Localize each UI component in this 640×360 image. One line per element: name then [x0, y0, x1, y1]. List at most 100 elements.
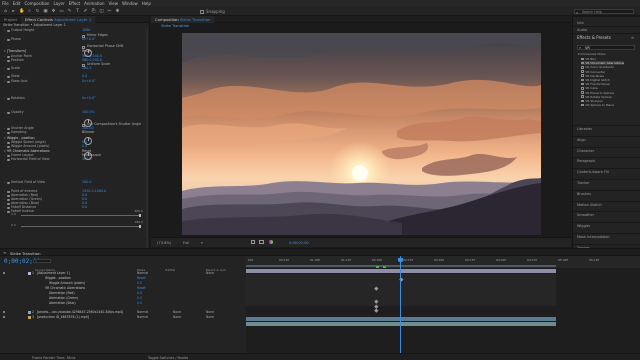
menu-item-layer[interactable]: Layer	[53, 1, 64, 6]
layer-label-color[interactable]	[28, 311, 31, 314]
zoom-icon[interactable]: ⌕	[27, 9, 32, 14]
stopwatch-icon[interactable]	[7, 145, 10, 149]
effect-param-row[interactable]: › Scale 100.0	[0, 66, 150, 71]
layer-label-color[interactable]	[28, 316, 31, 319]
layer-name[interactable]: Aberration (Red)	[49, 291, 75, 295]
work-area-bar[interactable]	[246, 264, 556, 267]
brush-icon[interactable]: ✐	[83, 9, 88, 14]
stopwatch-icon[interactable]	[7, 38, 10, 42]
hamburger-menu-icon[interactable]: ≡	[631, 35, 634, 40]
zoom-level[interactable]: (73.6%)	[157, 241, 171, 245]
stopwatch-icon[interactable]	[7, 181, 10, 185]
timeline-layer-row[interactable]: 1 [Adjustment Layer 1] Normal None	[0, 271, 245, 275]
vfov-slider[interactable]: 0.0 180.0	[11, 220, 143, 228]
layer-mode[interactable]: Normal	[137, 315, 148, 319]
effect-param-value[interactable]: 100.0	[82, 66, 91, 71]
expand-icon[interactable]: ›	[4, 180, 5, 185]
effect-param-value[interactable]: Bilinear	[82, 130, 95, 135]
layer-parent[interactable]: None	[206, 310, 214, 314]
layer-name[interactable]: Wiggle Amount (pixels)	[49, 281, 85, 285]
tab-composition[interactable]: Composition Strike Transition	[151, 15, 215, 23]
layer-search-input[interactable]: ⌕	[33, 259, 51, 263]
timeline-layer-row[interactable]: Wiggle Amount (pixels) 0.0	[0, 281, 245, 285]
eye-icon[interactable]	[3, 316, 6, 319]
layer-name[interactable]: Wiggle - position	[45, 276, 71, 280]
layer-parent[interactable]: None	[206, 271, 214, 275]
effect-param-value[interactable]: 180.0	[82, 180, 91, 185]
timeline-tracks[interactable]: 00f 00:15f 01:00f 01:15f 02:00f 02:15f 03:00f 0…	[246, 256, 640, 354]
panel-tab[interactable]: Mask Interpolation	[577, 235, 610, 239]
stopwatch-icon[interactable]	[7, 158, 10, 162]
stopwatch-icon[interactable]	[7, 111, 10, 115]
effect-param-row[interactable]: › Output Height 1080	[0, 28, 150, 33]
expand-icon[interactable]: ›	[4, 37, 5, 42]
expand-icon[interactable]: ›	[4, 96, 5, 101]
timeline-layer-row[interactable]: Wiggle - position Reset	[0, 276, 245, 280]
resolution-dropdown[interactable]: Full	[183, 241, 189, 245]
menu-item-file[interactable]: File	[2, 1, 9, 6]
stopwatch-icon[interactable]	[7, 154, 10, 158]
home-icon[interactable]: ⌂	[3, 9, 8, 14]
panel-tab[interactable]: Character	[577, 149, 594, 153]
vfov-thumb[interactable]	[139, 224, 141, 228]
stopwatch-icon[interactable]	[7, 97, 10, 101]
stopwatch-icon[interactable]	[7, 55, 10, 59]
immersive-video-folder[interactable]: ▾ Immersive Video	[578, 52, 606, 56]
tab-project[interactable]: Project	[0, 16, 21, 23]
layer-mode[interactable]: 0.0	[137, 296, 142, 300]
phase-dial[interactable]	[84, 49, 92, 57]
adjustment-layer-bar[interactable]	[246, 269, 556, 273]
clone-icon[interactable]: ⎘	[91, 9, 96, 14]
layer-name[interactable]: Aberration (Blue)	[49, 301, 76, 305]
layer-mode[interactable]: Reset	[137, 286, 146, 290]
panel-tab[interactable]: Motion Sketch	[577, 203, 602, 207]
keyframe[interactable]	[374, 308, 379, 313]
video-layer-2-bar[interactable]	[246, 317, 556, 321]
effect-list-item[interactable]: VR Sphere to Plane	[581, 103, 614, 107]
timeline-tab[interactable]: Strike Transition	[10, 251, 40, 256]
comp-timecode[interactable]: 0;00;02;00	[289, 241, 309, 245]
audio-panel-tab[interactable]: Audio	[577, 28, 587, 32]
expand-icon[interactable]: ›	[4, 209, 5, 214]
rotate-icon[interactable]: ↻	[35, 9, 40, 14]
rectangle-icon[interactable]: ▭	[59, 9, 64, 14]
effects-presets-title[interactable]: Effects & Presets	[577, 35, 611, 40]
selection-icon[interactable]: ▸	[11, 9, 16, 14]
layer-name[interactable]: [production ID_4647876 (1).mp4]	[37, 315, 89, 319]
composition-sub-tab[interactable]: Strike Transition	[161, 24, 189, 28]
hfov-thumb[interactable]	[139, 213, 141, 217]
camera-icon[interactable]	[259, 240, 264, 244]
stopwatch-icon[interactable]	[7, 202, 10, 206]
stopwatch-icon[interactable]	[7, 29, 10, 33]
eye-icon[interactable]	[3, 272, 6, 275]
stopwatch-icon[interactable]	[7, 141, 10, 145]
camera-icon[interactable]: ▣	[43, 9, 48, 14]
panel-tab[interactable]: Brushes	[577, 192, 591, 196]
effect-param-value[interactable]: 100.0%	[82, 110, 95, 115]
expand-icon[interactable]: ›	[4, 66, 5, 71]
video-layer-3-bar[interactable]	[246, 321, 556, 326]
menu-item-window[interactable]: Window	[122, 1, 138, 6]
layer-mode[interactable]: Reset	[137, 276, 146, 280]
expand-icon[interactable]: ›	[4, 110, 5, 115]
playhead-line[interactable]	[400, 256, 401, 354]
hfov-slider[interactable]: 0.0 360.0	[11, 209, 143, 217]
layer-trkmat[interactable]: None	[173, 310, 181, 314]
effect-param-row[interactable]: › Vertical Field of View 180.0	[0, 180, 150, 185]
stopwatch-icon[interactable]	[7, 198, 10, 202]
hand-icon[interactable]: ✋	[19, 9, 25, 14]
effect-param-row[interactable]: › Rotation 0x+0.0°	[0, 96, 150, 101]
expand-icon[interactable]: ›	[4, 157, 5, 162]
layer-trkmat[interactable]: None	[173, 315, 181, 319]
stopwatch-icon[interactable]	[7, 80, 10, 84]
timeline-layer-row[interactable]: 3 [production ID_4647876 (1).mp4] Normal No…	[0, 315, 245, 319]
expand-icon[interactable]: ›	[4, 28, 5, 33]
info-panel-tab[interactable]: Info	[577, 21, 584, 25]
grid-icon[interactable]	[251, 240, 255, 244]
layer-label-color[interactable]	[28, 272, 31, 275]
type-icon[interactable]: T	[75, 9, 80, 14]
toggle-switches-modes[interactable]: Toggle Switches / Modes	[148, 356, 188, 360]
hamburger-menu-icon[interactable]: ≡	[3, 250, 6, 255]
layer-name[interactable]: [Adjustment Layer 1]	[37, 271, 70, 275]
layer-name[interactable]: [pexels-...ion-youtube-4298447-2560x1440…	[37, 310, 123, 314]
